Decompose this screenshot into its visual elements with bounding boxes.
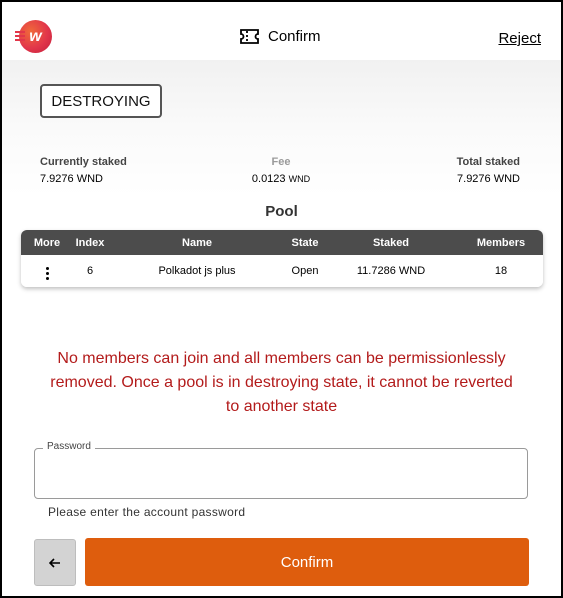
pool-name: Polkadot js plus: [158, 265, 236, 277]
column-header-state: State: [291, 236, 319, 249]
column-header-members: Members: [476, 236, 526, 249]
total-staked: Total staked 7.9276 WND: [457, 156, 520, 185]
pool-section-title: Pool: [265, 203, 298, 220]
app-logo: w: [15, 20, 52, 53]
password-field: Password: [34, 441, 528, 499]
pool-members: 18: [494, 265, 508, 277]
column-header-index: Index: [75, 236, 105, 249]
column-header-staked: Staked: [372, 236, 410, 249]
currently-staked-label: Currently staked: [40, 156, 127, 168]
confirm-button[interactable]: Confirm: [85, 538, 529, 586]
pool-staked: 11.7286 WND: [356, 265, 426, 277]
total-staked-label: Total staked: [456, 156, 520, 168]
fee-value: 0.0123 WND: [242, 173, 320, 185]
ticket-icon: [240, 28, 259, 44]
fee-label: Fee: [271, 156, 291, 168]
summary-panel: DESTROYING Currently staked 7.9276 WND F…: [2, 60, 561, 196]
table-row: 6 Polkadot js plus Open 11.7286 WND 18: [21, 255, 543, 287]
pool-table: More Index Name State Staked Members 6 P…: [21, 230, 543, 287]
more-vertical-icon[interactable]: [42, 265, 53, 282]
header: w Confirm Reject: [2, 2, 561, 60]
column-header-name: Name: [182, 236, 212, 249]
arrow-left-icon: [49, 557, 60, 568]
total-staked-value: 7.9276 WND: [457, 173, 520, 185]
fee-unit: WND: [288, 174, 311, 184]
header-title-group: Confirm: [240, 25, 321, 47]
fee-amount: 0.0123: [251, 173, 286, 185]
confirm-button-label: Confirm: [280, 553, 334, 571]
back-button[interactable]: [34, 539, 76, 586]
destroy-warning-text: No members can join and all members can …: [50, 350, 513, 415]
password-label: Password: [43, 441, 95, 452]
reject-link[interactable]: Reject: [498, 30, 541, 47]
page-title: Confirm: [268, 27, 321, 45]
logo-letter: w: [29, 27, 42, 45]
pool-table-header: More Index Name State Staked Members: [21, 230, 543, 255]
password-helper-text: Please enter the account password: [48, 505, 246, 519]
currently-staked-value: 7.9276 WND: [40, 173, 103, 185]
pool-state: Open: [291, 265, 319, 277]
column-header-more: More: [33, 236, 61, 249]
more-cell: [21, 261, 73, 282]
pool-index: 6: [86, 265, 94, 277]
confirm-popup: w Confirm Reject DESTROYING Currently st…: [0, 0, 563, 598]
fee: Fee 0.0123 WND: [242, 156, 320, 185]
password-input[interactable]: [45, 463, 519, 491]
currently-staked: Currently staked 7.9276 WND: [40, 156, 127, 185]
pool-state-badge: DESTROYING: [40, 84, 162, 118]
